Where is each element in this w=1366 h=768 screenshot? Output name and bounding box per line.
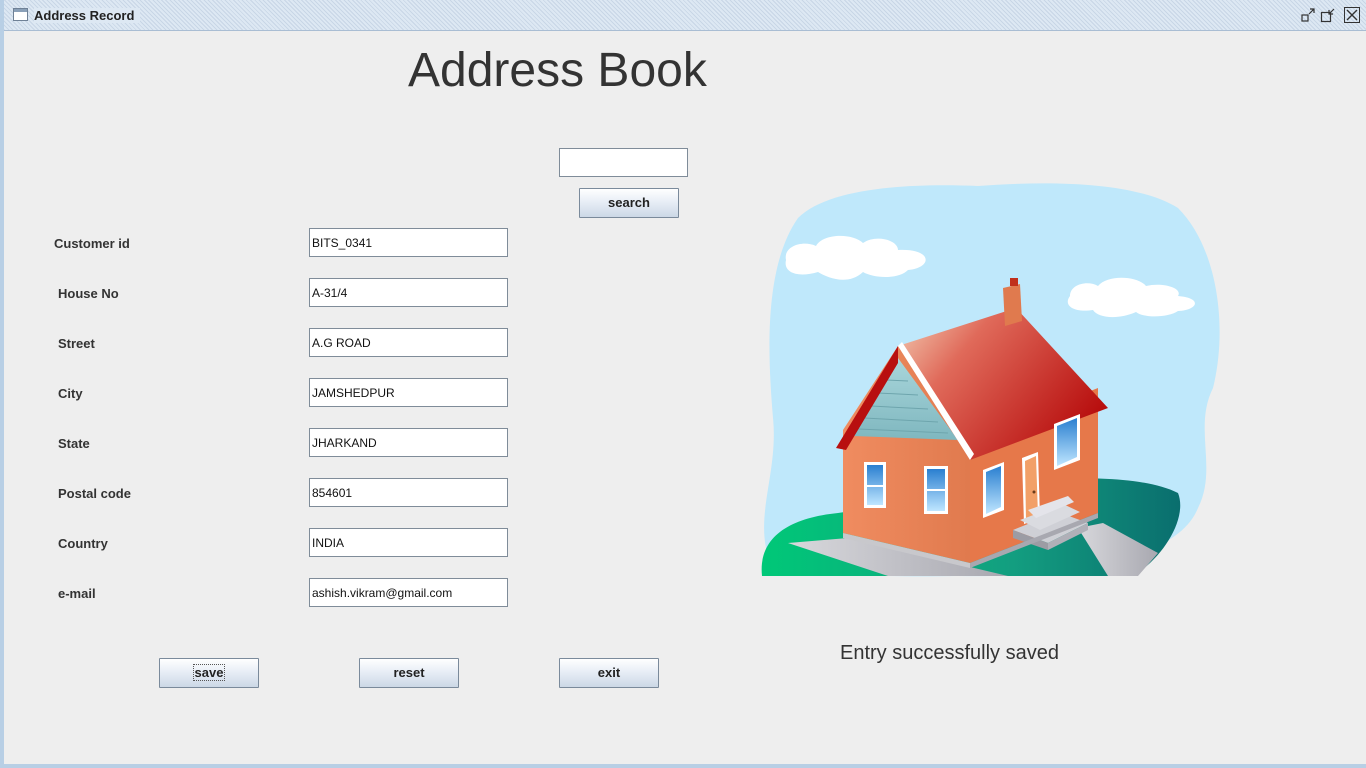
city-field[interactable]	[309, 378, 508, 407]
country-field[interactable]	[309, 528, 508, 557]
content-pane: Address Book search Customer id House No…	[8, 31, 1366, 764]
save-button[interactable]: save	[159, 658, 259, 688]
save-button-label: save	[192, 664, 226, 681]
house-no-label: House No	[58, 286, 119, 301]
exit-button[interactable]: exit	[559, 658, 659, 688]
close-icon[interactable]	[1344, 7, 1360, 23]
search-button[interactable]: search	[579, 188, 679, 218]
status-message: Entry successfully saved	[840, 642, 1059, 664]
email-field[interactable]	[309, 578, 508, 607]
state-label: State	[58, 436, 90, 451]
email-label: e-mail	[58, 586, 96, 601]
country-label: Country	[58, 536, 108, 551]
title-bar[interactable]: Address Record	[4, 0, 1366, 31]
window-icon	[13, 8, 28, 21]
search-input[interactable]	[559, 148, 688, 177]
minimize-icon[interactable]	[1300, 7, 1316, 23]
window-title: Address Record	[34, 8, 141, 23]
postal-code-field[interactable]	[309, 478, 508, 507]
street-field[interactable]	[309, 328, 508, 357]
city-label: City	[58, 386, 83, 401]
maximize-icon[interactable]	[1320, 7, 1336, 23]
page-title: Address Book	[408, 44, 707, 97]
state-field[interactable]	[309, 428, 508, 457]
customer-id-label: Customer id	[54, 236, 130, 251]
reset-button[interactable]: reset	[359, 658, 459, 688]
street-label: Street	[58, 336, 95, 351]
app-window: Address Record Address Book search Custo…	[0, 0, 1366, 768]
house-no-field[interactable]	[309, 278, 508, 307]
postal-code-label: Postal code	[58, 486, 131, 501]
customer-id-field[interactable]	[309, 228, 508, 257]
house-illustration	[761, 183, 1220, 577]
